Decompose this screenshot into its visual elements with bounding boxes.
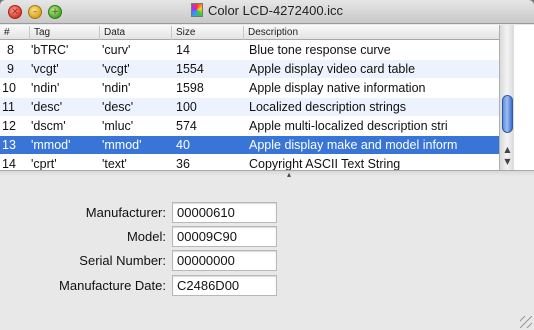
profile-window: × – + Color LCD-4272400.icc # Tag Data S… <box>0 0 534 330</box>
column-header-size[interactable]: Size <box>172 26 244 40</box>
manufacturer-field[interactable]: 00000610 <box>172 202 277 223</box>
vertical-scrollbar[interactable]: ▲ ▼ <box>499 25 514 170</box>
model-label: Model: <box>126 229 166 244</box>
row-data-type: 'mluc' <box>102 119 134 133</box>
row-number: 14 <box>2 157 16 171</box>
manufacture-date-field[interactable]: C2486D00 <box>172 275 277 296</box>
row-data-type: 'curv' <box>102 43 131 57</box>
color-profile-document-icon[interactable] <box>190 3 203 17</box>
row-size: 100 <box>176 100 197 114</box>
manufacturer-row: Manufacturer: 00000610 <box>0 202 534 224</box>
manufacturer-label: Manufacturer: <box>85 205 166 220</box>
model-field[interactable]: 00009C90 <box>172 226 277 247</box>
scroll-up-arrow-icon[interactable]: ▲ <box>502 145 513 155</box>
window-title-text: Color LCD-4272400.icc <box>207 3 344 18</box>
row-tag: 'mmod' <box>31 138 71 152</box>
row-description: Blue tone response curve <box>249 43 391 57</box>
column-header-description[interactable]: Description <box>244 26 499 40</box>
row-number: 12 <box>2 119 16 133</box>
row-description: Copyright ASCII Text String <box>249 157 401 171</box>
row-size: 36 <box>176 157 190 171</box>
row-tag: 'cprt' <box>31 157 57 171</box>
row-tag: 'bTRC' <box>31 43 69 57</box>
manufacture-date-row: Manufacture Date: C2486D00 <box>0 275 534 297</box>
table-header: # Tag Data Size Description <box>0 25 499 40</box>
model-row: Model: 00009C90 <box>0 226 534 248</box>
table-row[interactable]: 9 'vcgt' 'vcgt' 1554 Apple display video… <box>0 60 499 79</box>
row-description: Localized description strings <box>249 100 407 114</box>
column-header-data[interactable]: Data <box>100 26 172 40</box>
row-number: 13 <box>2 138 16 152</box>
table-row[interactable]: 12 'dscm' 'mluc' 574 Apple multi-localiz… <box>0 117 499 136</box>
row-size: 1554 <box>176 62 204 76</box>
row-number: 10 <box>2 81 16 95</box>
row-tag: 'ndin' <box>31 81 60 95</box>
resize-grip-icon[interactable] <box>520 316 532 328</box>
split-view-divider[interactable]: ▴ <box>0 170 534 179</box>
table-row[interactable]: 8 'bTRC' 'curv' 14 Blue tone response cu… <box>0 41 499 60</box>
row-data-type: 'desc' <box>102 100 134 114</box>
row-number: 11 <box>2 100 15 114</box>
tag-details-panel: Manufacturer: 00000610 Model: 00009C90 S… <box>0 177 534 330</box>
row-description: Apple display video card table <box>249 62 416 76</box>
row-size: 14 <box>176 43 190 57</box>
row-description: Apple display native information <box>249 81 426 95</box>
title-bar[interactable]: × – + Color LCD-4272400.icc <box>0 0 534 24</box>
scrollbar-thumb[interactable] <box>502 95 513 133</box>
row-data-type: 'mmod' <box>102 138 142 152</box>
row-size: 40 <box>176 138 190 152</box>
manufacture-date-label: Manufacture Date: <box>59 278 166 293</box>
table-row-selected[interactable]: 13 'mmod' 'mmod' 40 Apple display make a… <box>0 136 499 155</box>
serial-number-row: Serial Number: 00000000 <box>0 250 534 272</box>
row-tag: 'vcgt' <box>31 62 59 76</box>
table-row[interactable]: 10 'ndin' 'ndin' 1598 Apple display nati… <box>0 79 499 98</box>
row-data-type: 'vcgt' <box>102 62 130 76</box>
table-rows: 8 'bTRC' 'curv' 14 Blue tone response cu… <box>0 41 499 174</box>
row-description: Apple display make and model inform <box>249 138 458 152</box>
scroll-down-arrow-icon[interactable]: ▼ <box>502 157 513 167</box>
row-size: 574 <box>176 119 197 133</box>
row-data-type: 'text' <box>102 157 127 171</box>
row-tag: 'desc' <box>31 100 63 114</box>
tag-table[interactable]: # Tag Data Size Description 8 'bTRC' 'cu… <box>0 25 534 174</box>
row-tag: 'dscm' <box>31 119 66 133</box>
column-header-tag[interactable]: Tag <box>30 26 100 40</box>
row-description: Apple multi-localized description stri <box>249 119 448 133</box>
row-data-type: 'ndin' <box>102 81 131 95</box>
row-number: 9 <box>7 62 14 76</box>
serial-number-label: Serial Number: <box>79 253 166 268</box>
serial-number-field[interactable]: 00000000 <box>172 250 277 271</box>
row-size: 1598 <box>176 81 204 95</box>
row-number: 8 <box>7 43 14 57</box>
table-row[interactable]: 11 'desc' 'desc' 100 Localized descripti… <box>0 98 499 117</box>
column-header-number[interactable]: # <box>0 26 30 40</box>
window-title: Color LCD-4272400.icc <box>0 3 534 18</box>
